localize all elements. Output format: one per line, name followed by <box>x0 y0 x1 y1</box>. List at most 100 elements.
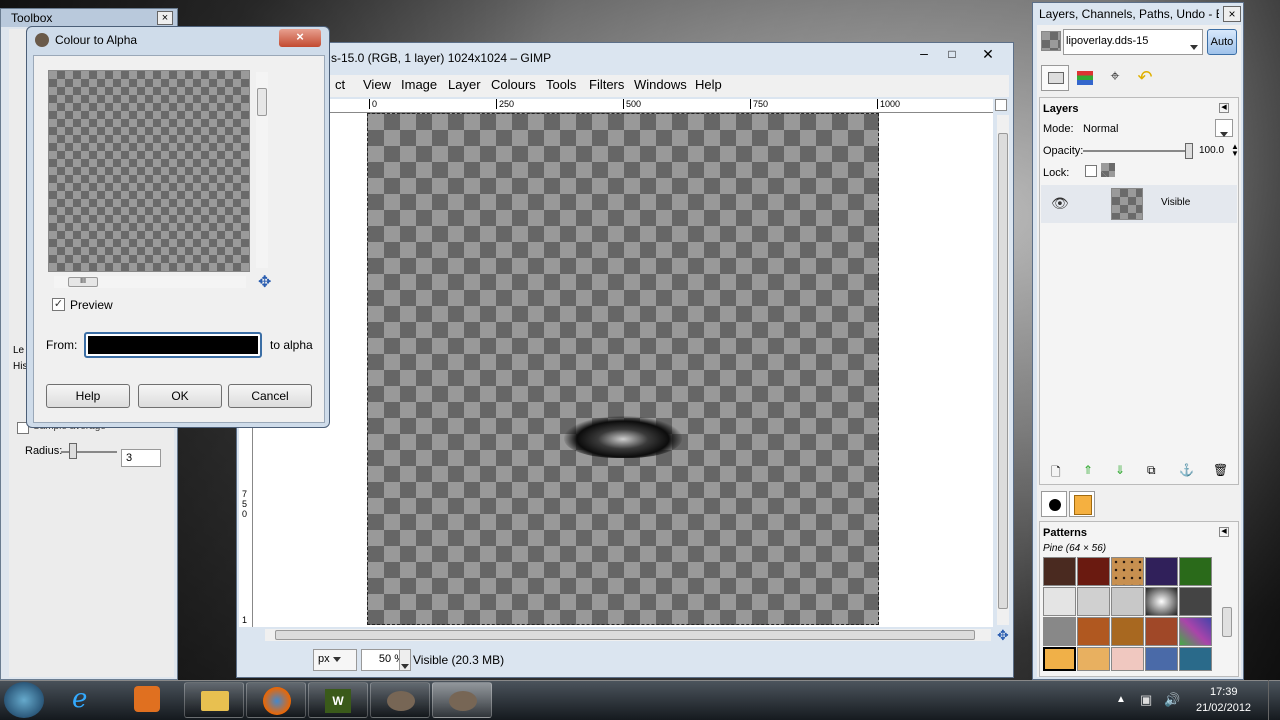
tab-channels[interactable] <box>1071 65 1099 91</box>
network-icon[interactable]: ▣ <box>1140 692 1152 708</box>
navigate-icon[interactable]: ✥ <box>258 272 271 292</box>
unit-select[interactable]: px <box>313 649 357 671</box>
navigate-corner-icon[interactable] <box>995 99 1007 111</box>
pattern-swatch[interactable] <box>1179 587 1212 616</box>
pattern-swatch[interactable] <box>1111 557 1144 586</box>
clock-date[interactable]: 21/02/2012 <box>1196 702 1251 714</box>
pattern-swatch[interactable] <box>1145 587 1178 616</box>
radius-slider-handle[interactable] <box>69 443 77 459</box>
pattern-swatch[interactable] <box>1179 617 1212 646</box>
pattern-swatch[interactable] <box>1145 557 1178 586</box>
gradient-tab[interactable] <box>1069 491 1095 517</box>
patterns-vscroll[interactable] <box>1221 557 1233 675</box>
navigate-icon[interactable]: ✥ <box>997 627 1009 644</box>
horizontal-scrollbar[interactable] <box>265 629 991 641</box>
mode-value[interactable]: Normal <box>1083 123 1118 135</box>
taskbar-gimp-1[interactable] <box>370 682 430 718</box>
hscroll-thumb[interactable]: III <box>68 277 98 287</box>
menu-tools[interactable]: Tools <box>546 75 576 95</box>
vscroll-thumb[interactable] <box>1222 607 1232 637</box>
start-button[interactable] <box>4 682 44 718</box>
preview-vscroll[interactable] <box>256 72 268 268</box>
opacity-slider-track[interactable] <box>1083 150 1189 152</box>
pattern-swatch[interactable] <box>1043 617 1076 646</box>
opacity-slider-handle[interactable] <box>1185 143 1193 159</box>
pattern-swatch[interactable] <box>1145 647 1178 671</box>
lock-pixels-checkbox[interactable] <box>1085 165 1097 177</box>
duplicate-layer-icon[interactable]: ⧉ <box>1147 463 1156 478</box>
pattern-swatch[interactable] <box>1179 557 1212 586</box>
ie-icon[interactable]: e <box>72 684 87 714</box>
window-close-button[interactable]: ✕ <box>975 47 1001 63</box>
pattern-swatch[interactable] <box>1077 587 1110 616</box>
media-player-icon[interactable] <box>134 686 160 712</box>
from-color-button[interactable] <box>84 332 262 358</box>
pattern-swatch[interactable] <box>1043 587 1076 616</box>
lock-alpha-icon[interactable] <box>1101 163 1115 177</box>
radius-value-input[interactable]: 3 <box>121 449 161 467</box>
canvas-area[interactable] <box>253 113 993 627</box>
auto-button[interactable]: Auto <box>1207 29 1237 55</box>
brush-tab[interactable] <box>1041 491 1067 517</box>
help-button[interactable]: Help <box>46 384 130 408</box>
show-desktop-button[interactable] <box>1268 680 1280 720</box>
dialog-close-button[interactable]: × <box>279 29 321 47</box>
menu-image[interactable]: Image <box>401 75 437 95</box>
opacity-value[interactable]: 100.0 <box>1199 145 1224 156</box>
anchor-layer-icon[interactable]: ⚓ <box>1179 463 1194 477</box>
panel-menu-icon[interactable]: ◀ <box>1219 103 1229 113</box>
menu-filters[interactable]: Filters <box>589 75 624 95</box>
eye-icon[interactable]: 👁 <box>1051 195 1069 212</box>
taskbar-explorer[interactable] <box>184 682 244 718</box>
tray-arrow-icon[interactable]: ▲ <box>1116 694 1126 705</box>
clock-time[interactable]: 17:39 <box>1210 686 1238 698</box>
tab-undo[interactable]: ↶ <box>1131 65 1159 91</box>
menu-view[interactable]: View <box>363 75 391 95</box>
taskbar-gimp-2[interactable] <box>432 682 492 718</box>
tab-layers[interactable] <box>1041 65 1069 91</box>
pattern-swatch[interactable] <box>1077 557 1110 586</box>
mode-dropdown[interactable] <box>1215 119 1233 137</box>
image-select[interactable]: lipoverlay.dds-15 <box>1063 29 1203 55</box>
pattern-swatch-selected[interactable] <box>1043 647 1076 671</box>
raise-layer-icon[interactable]: ⇑ <box>1083 463 1093 477</box>
minimize-button[interactable]: – <box>911 46 937 63</box>
panel-menu-icon[interactable]: ◀ <box>1219 527 1229 537</box>
menu-colours[interactable]: Colours <box>491 75 536 95</box>
menu-help[interactable]: Help <box>695 75 722 95</box>
layer-name[interactable]: Visible <box>1161 197 1190 208</box>
layer-row[interactable]: 👁 Visible <box>1041 185 1237 223</box>
pattern-swatch[interactable] <box>1179 647 1212 671</box>
menu-windows[interactable]: Windows <box>634 75 687 95</box>
cancel-button[interactable]: Cancel <box>228 384 312 408</box>
toolbox-close-button[interactable]: × <box>157 11 173 25</box>
pattern-swatch[interactable] <box>1111 617 1144 646</box>
vscroll-thumb[interactable] <box>257 88 267 116</box>
image-canvas[interactable] <box>367 113 879 625</box>
menu-layer[interactable]: Layer <box>448 75 481 95</box>
taskbar-app-w[interactable]: W <box>308 682 368 718</box>
pattern-swatch[interactable] <box>1111 587 1144 616</box>
image-select-arrow[interactable] <box>1187 29 1203 55</box>
vscroll-thumb[interactable] <box>998 133 1008 609</box>
pattern-swatch[interactable] <box>1043 557 1076 586</box>
volume-icon[interactable]: 🔊 <box>1164 692 1180 708</box>
menu-edit[interactable]: ct <box>335 75 345 95</box>
pattern-swatch[interactable] <box>1111 647 1144 671</box>
preview-hscroll[interactable]: III <box>54 276 246 288</box>
hscroll-thumb[interactable] <box>275 630 975 640</box>
dock-close-button[interactable]: × <box>1223 6 1241 22</box>
pattern-swatch[interactable] <box>1077 617 1110 646</box>
vertical-scrollbar[interactable] <box>997 115 1009 625</box>
maximize-button[interactable]: □ <box>939 47 965 63</box>
new-layer-icon[interactable]: 🗋 <box>1051 463 1061 484</box>
pattern-swatch[interactable] <box>1145 617 1178 646</box>
lower-layer-icon[interactable]: ⇓ <box>1115 463 1125 477</box>
taskbar-firefox[interactable] <box>246 682 306 718</box>
tab-paths[interactable]: ⌖ <box>1101 65 1129 91</box>
opacity-spin[interactable]: ▲ ▼ <box>1231 143 1239 158</box>
pattern-swatch[interactable] <box>1077 647 1110 671</box>
zoom-dropdown[interactable] <box>399 649 411 671</box>
ok-button[interactable]: OK <box>138 384 222 408</box>
delete-layer-icon[interactable]: 🗑 <box>1213 463 1228 477</box>
